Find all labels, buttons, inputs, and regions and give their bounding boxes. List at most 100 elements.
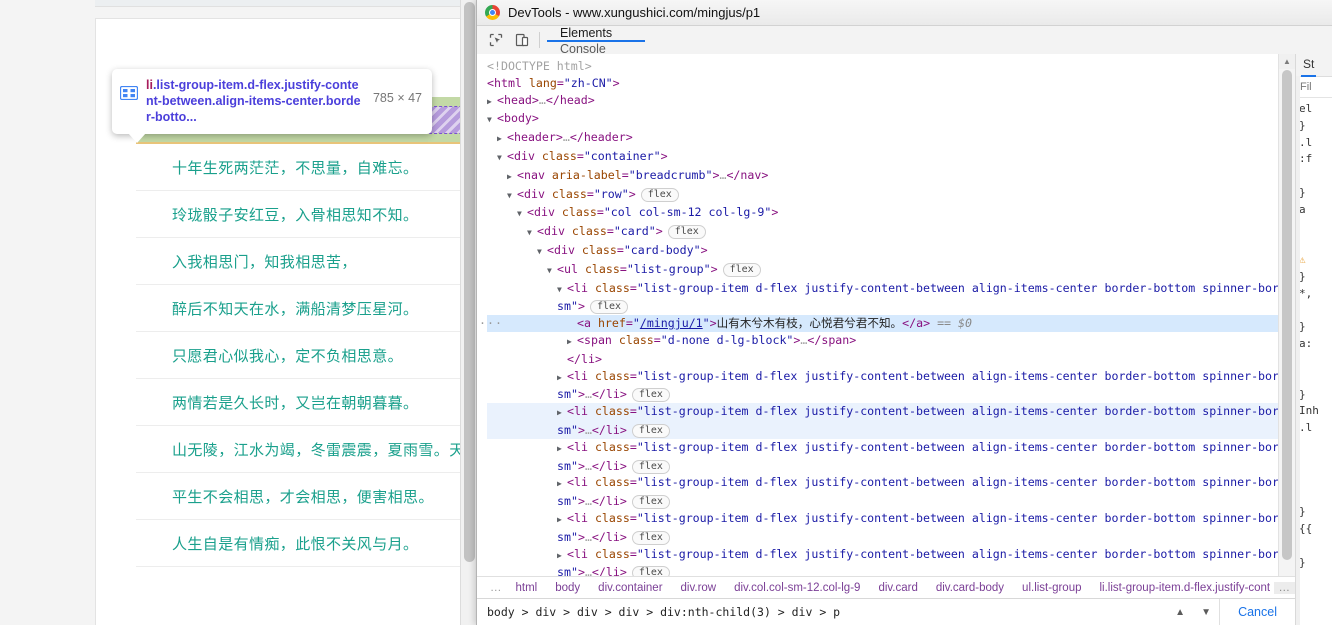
styles-rule-line: .l: [1299, 135, 1313, 149]
dom-node-li-collapsed[interactable]: <li class="list-group-item d-flex justif…: [487, 439, 1279, 458]
inspect-cursor-icon[interactable]: [483, 26, 509, 54]
dom-node-li-close[interactable]: </li>: [487, 351, 1279, 368]
list-item[interactable]: 十年生死两茫茫，不思量，自难忘。: [136, 144, 476, 191]
devtools-body: <!DOCTYPE html><html lang="zh-CN"><head>…: [477, 54, 1332, 625]
dom-node-card[interactable]: <div class="card">flex: [487, 223, 1279, 242]
styles-panel-scrollbar[interactable]: [1296, 76, 1300, 625]
styles-rule-line: a:: [1299, 337, 1313, 351]
dom-tree-scrollbar-thumb[interactable]: [1282, 70, 1292, 560]
breadcrumb-item[interactable]: div.row: [672, 582, 726, 594]
devtools-tabbar: ElementsConsoleSourcesNetworkPerformance…: [477, 26, 1332, 168]
dom-node-li-collapsed[interactable]: <li class="list-group-item d-flex justif…: [487, 403, 1279, 422]
list-item-link[interactable]: 只愿君心似我心，定不负相思意。: [172, 345, 403, 366]
list-item[interactable]: 平生不会相思，才会相思，便害相思。: [136, 473, 476, 520]
breadcrumb-item[interactable]: html: [507, 582, 547, 594]
styles-rule-line: [1299, 168, 1332, 185]
tooltip-class-line-1: .list-group-item.d-flex.justify-c: [152, 78, 333, 92]
list-item-link[interactable]: 平生不会相思，才会相思，便害相思。: [172, 486, 434, 507]
page-scrollbar-thumb[interactable]: [464, 2, 475, 562]
dom-node-gutter-dots: ···: [479, 316, 503, 331]
dom-node-li-collapsed-cont[interactable]: sm">…</li> flex: [487, 493, 1279, 510]
list-item[interactable]: 入我相思门，知我相思苦，: [136, 238, 476, 285]
dom-node-col[interactable]: <div class="col col-sm-12 col-lg-9">: [487, 204, 1279, 223]
list-item-link[interactable]: 入我相思门，知我相思苦，: [172, 251, 357, 272]
dom-node-selected-anchor[interactable]: <a href="/mingju/1">山有木兮木有枝，心悦君兮君不知。</a>…: [479, 315, 1279, 332]
inspected-page: 山有木兮木有枝，心悦君兮君不知曾经沧海难为水，除却巫山不是云。十年生死两茫茫，不…: [0, 0, 476, 625]
flex-badge: flex: [640, 187, 679, 202]
styles-rule-line: }: [1299, 505, 1306, 519]
breadcrumb-overflow-right[interactable]: …: [1273, 582, 1295, 594]
dom-node-head[interactable]: <head>…</head>: [487, 92, 1279, 111]
list-item-link[interactable]: 山无陵，江水为竭，冬雷震震，夏雨雪。天地合，乃敢与: [172, 439, 476, 460]
list-item[interactable]: 只愿君心似我心，定不负相思意。: [136, 332, 476, 379]
dom-node-card-body[interactable]: <div class="card-body">: [487, 242, 1279, 261]
dom-node-li-collapsed[interactable]: <li class="list-group-item d-flex justif…: [487, 368, 1279, 387]
toolbar-divider: [539, 32, 540, 48]
breadcrumb-item[interactable]: div.card: [869, 582, 926, 594]
list-item-link[interactable]: 醉后不知天在水，满船清梦压星河。: [172, 298, 418, 319]
chevron-down-icon[interactable]: ▼: [1193, 607, 1219, 618]
styles-rule-list: el} .l:f } a ⚠} *, } a: } Inh .l } {{ }: [1296, 98, 1332, 571]
breadcrumb-item[interactable]: body: [546, 582, 589, 594]
dom-tree[interactable]: <!DOCTYPE html><html lang="zh-CN"><head>…: [477, 54, 1279, 577]
breadcrumb: … html body div.container div.row div.col.col…: [477, 576, 1295, 599]
flex-badge: flex: [631, 459, 670, 474]
dom-node-li-collapsed[interactable]: <li class="list-group-item d-flex justif…: [487, 510, 1279, 529]
dom-node-span[interactable]: <span class="d-none d-lg-block">…</span>: [487, 332, 1279, 351]
screenshot-root: 山有木兮木有枝，心悦君兮君不知曾经沧海难为水，除却巫山不是云。十年生死两茫茫，不…: [0, 0, 1332, 625]
list-item[interactable]: 两情若是久长时，又岂在朝朝暮暮。: [136, 379, 476, 426]
flex-badge: flex: [667, 225, 706, 240]
styles-filter-input[interactable]: Fil: [1296, 77, 1332, 98]
styles-rule-line: [1299, 454, 1332, 471]
devtools-tab-list: ElementsConsoleSourcesNetworkPerformance…: [547, 26, 645, 168]
breadcrumb-item[interactable]: div.card-body: [927, 582, 1013, 594]
styles-rule-line: }: [1299, 320, 1306, 334]
dom-tree-scrollbar[interactable]: ▲: [1278, 54, 1295, 577]
dom-node-header[interactable]: <header>…</header>: [487, 129, 1279, 148]
list-item[interactable]: 人生自是有情痴，此恨不关风与月。: [136, 520, 476, 567]
tab-elements[interactable]: Elements: [547, 26, 645, 42]
dom-node-li-collapsed-cont[interactable]: sm">…</li> flex: [487, 421, 1279, 439]
chevron-up-icon[interactable]: ▲: [1167, 607, 1193, 618]
dom-node-html[interactable]: <html lang="zh-CN">: [487, 75, 1279, 92]
styles-rule-line: }: [1299, 387, 1306, 401]
dom-node-li-expanded-cont[interactable]: sm"> flex: [487, 298, 1279, 315]
dom-node-li-collapsed[interactable]: <li class="list-group-item d-flex justif…: [487, 546, 1279, 565]
breadcrumb-item[interactable]: div.col.col-sm-12.col-lg-9: [725, 582, 869, 594]
breadcrumb-item[interactable]: li.list-group-item.d-flex.justify-cont: [1091, 582, 1274, 594]
list-item-link[interactable]: 人生自是有情痴，此恨不关风与月。: [172, 533, 418, 554]
flex-badge: flex: [631, 530, 670, 545]
dom-node-nav[interactable]: <nav aria-label="breadcrumb">…</nav>: [487, 167, 1279, 186]
dom-node-body[interactable]: <body>: [487, 110, 1279, 129]
dom-node-li-collapsed[interactable]: <li class="list-group-item d-flex justif…: [487, 474, 1279, 493]
styles-rule-line: }: [1299, 118, 1306, 132]
flex-badge: flex: [631, 423, 670, 438]
flex-badge: flex: [722, 262, 761, 277]
tooltip-tag-name: li: [146, 78, 153, 92]
list-item[interactable]: 玲珑骰子安红豆，入骨相思知不知。: [136, 191, 476, 238]
dom-node-li-collapsed-cont[interactable]: sm">…</li> flex: [487, 529, 1279, 546]
list-item[interactable]: 山无陵，江水为竭，冬雷震震，夏雨雪。天地合，乃敢与: [136, 426, 476, 473]
dom-node-container[interactable]: <div class="container">: [487, 148, 1279, 167]
dom-node-list-group[interactable]: <ul class="list-group">flex: [487, 261, 1279, 280]
list-item-link[interactable]: 两情若是久长时，又岂在朝朝暮暮。: [172, 392, 418, 413]
dom-node-li-collapsed-cont[interactable]: sm">…</li> flex: [487, 386, 1279, 403]
list-item-link[interactable]: 玲珑骰子安红豆，入骨相思知不知。: [172, 204, 418, 225]
cancel-button[interactable]: Cancel: [1219, 599, 1295, 625]
device-toolbar-icon[interactable]: [509, 26, 535, 54]
dom-node-li-collapsed-cont[interactable]: sm">…</li> flex: [487, 458, 1279, 475]
page-scrollbar[interactable]: [460, 0, 476, 625]
breadcrumb-item[interactable]: div.container: [589, 582, 671, 594]
dom-node-doctype[interactable]: <!DOCTYPE html>: [487, 58, 1279, 75]
list-item-link[interactable]: 十年生死两茫茫，不思量，自难忘。: [172, 157, 418, 178]
styles-rule-line: a: [1299, 202, 1306, 216]
breadcrumb-overflow-left[interactable]: …: [485, 582, 507, 594]
search-input[interactable]: [477, 604, 1168, 620]
dom-node-li-expanded[interactable]: <li class="list-group-item d-flex justif…: [487, 280, 1279, 299]
tab-styles[interactable]: St: [1301, 54, 1317, 77]
scroll-up-arrow[interactable]: ▲: [1279, 54, 1295, 69]
dom-node-row[interactable]: <div class="row">flex: [487, 186, 1279, 205]
breadcrumb-item[interactable]: ul.list-group: [1013, 582, 1090, 594]
styles-rule-line: [1299, 370, 1332, 387]
list-item[interactable]: 醉后不知天在水，满船清梦压星河。: [136, 285, 476, 332]
